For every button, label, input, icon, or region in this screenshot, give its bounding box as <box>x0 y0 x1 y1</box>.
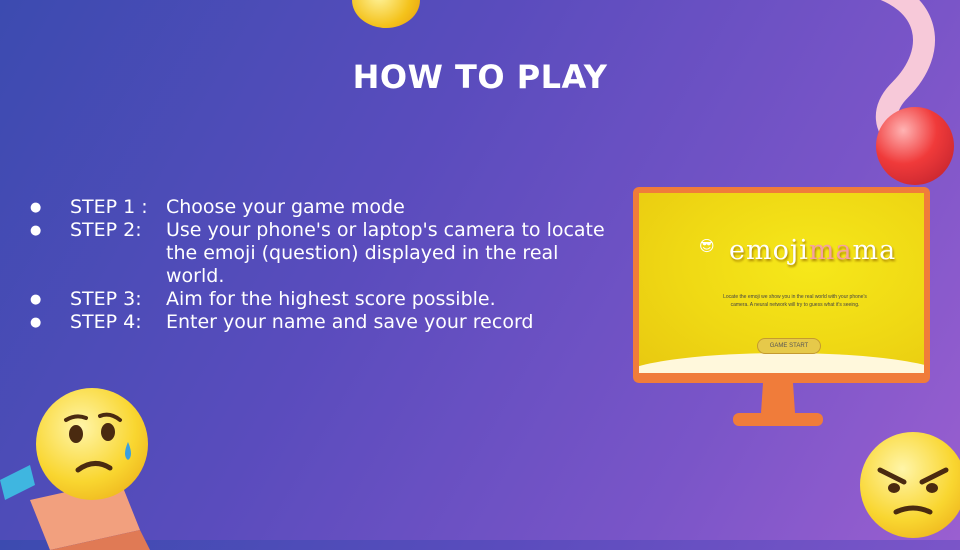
bullet: ● <box>30 315 42 330</box>
step-text: Use your phone's or laptop's camera to l… <box>166 219 605 287</box>
yellow-ball-decoration <box>352 0 420 28</box>
bullet: ● <box>30 292 42 307</box>
crying-emoji-icon <box>36 388 148 500</box>
steps-list: ● STEP 1 : Choose your game mode ● STEP … <box>30 196 620 334</box>
game-start-button: GAME START <box>757 338 821 354</box>
app-description: Locate the emoji we show you in the real… <box>723 294 867 308</box>
wave-decoration <box>639 353 924 373</box>
logo-part: emoji <box>729 235 809 266</box>
step-text: Enter your name and save your record <box>166 311 534 333</box>
app-screenshot: 😎 emojimama Locate the emoji we show you… <box>639 193 924 373</box>
bullet: ● <box>30 200 42 215</box>
red-ball-decoration <box>876 107 954 185</box>
logo-part: ma <box>852 235 897 266</box>
step-label: STEP 1 : <box>70 196 148 218</box>
monitor-preview: 😎 emojimama Locate the emoji we show you… <box>633 187 930 383</box>
step-label: STEP 4: <box>70 311 142 333</box>
page-title: HOW TO PLAY <box>352 58 608 96</box>
step-item: ● STEP 2: Use your phone's or laptop's c… <box>30 219 620 288</box>
step-item: ● STEP 1 : Choose your game mode <box>30 196 620 219</box>
logo-part: ma <box>808 235 853 266</box>
step-text: Aim for the highest score possible. <box>166 288 496 310</box>
slide: HOW TO PLAY ● STEP 1 : Choose your game … <box>0 0 960 550</box>
step-text: Choose your game mode <box>166 196 405 218</box>
step-item: ● STEP 3: Aim for the highest score poss… <box>30 288 620 311</box>
step-item: ● STEP 4: Enter your name and save your … <box>30 311 620 334</box>
app-logo: emojimama <box>729 235 896 266</box>
step-label: STEP 2: <box>70 219 142 241</box>
bullet: ● <box>30 223 42 238</box>
step-label: STEP 3: <box>70 288 142 310</box>
angry-emoji-icon <box>860 432 960 538</box>
sunglasses-emoji-icon: 😎 <box>699 238 715 255</box>
monitor-stand <box>733 383 823 426</box>
